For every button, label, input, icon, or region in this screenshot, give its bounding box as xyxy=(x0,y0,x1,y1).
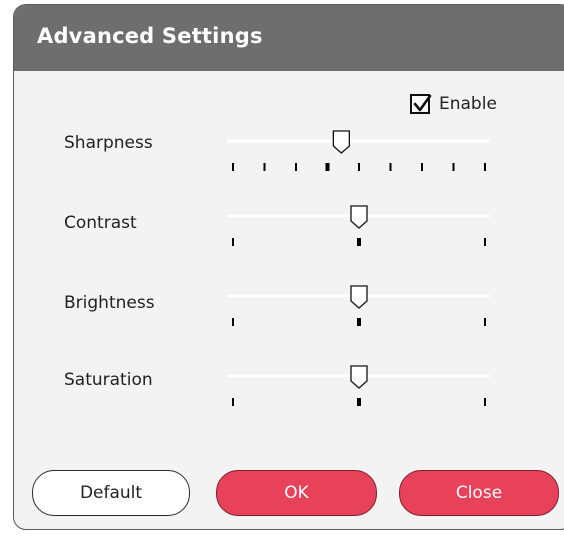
close-button-label: Close xyxy=(455,483,503,503)
saturation-tick xyxy=(357,398,361,406)
ok-button-label: OK xyxy=(284,483,309,503)
close-button[interactable]: Close xyxy=(399,470,559,516)
sharpness-tick xyxy=(295,163,297,171)
saturation-tick xyxy=(232,398,234,406)
saturation-tick xyxy=(484,398,486,406)
sharpness-tick xyxy=(232,163,234,171)
sharpness-slider[interactable] xyxy=(227,130,490,171)
sharpness-tick xyxy=(358,163,360,171)
contrast-tick xyxy=(232,238,234,246)
brightness-slider[interactable] xyxy=(227,285,490,326)
contrast-tick xyxy=(357,238,361,246)
contrast-tick xyxy=(484,238,486,246)
sharpness-tick xyxy=(389,163,392,171)
saturation-slider[interactable] xyxy=(227,365,490,406)
sharpness-slider-thumb[interactable] xyxy=(332,130,351,154)
sharpness-tick xyxy=(325,163,330,171)
advanced-settings-dialog: Advanced Settings Enable Sharpness Contr… xyxy=(13,4,564,530)
brightness-tick xyxy=(232,318,234,326)
ok-button[interactable]: OK xyxy=(216,470,377,516)
sharpness-tick xyxy=(484,163,486,171)
sharpness-tick xyxy=(452,163,455,171)
saturation-slider-thumb[interactable] xyxy=(350,365,368,389)
brightness-tick xyxy=(357,318,361,326)
contrast-slider-thumb[interactable] xyxy=(350,205,368,229)
sharpness-tick xyxy=(421,163,423,171)
default-button[interactable]: Default xyxy=(32,470,190,516)
sliders-area xyxy=(227,130,490,406)
default-button-label: Default xyxy=(79,483,143,503)
contrast-slider[interactable] xyxy=(227,205,490,246)
brightness-slider-thumb[interactable] xyxy=(350,285,368,309)
sharpness-tick xyxy=(263,163,266,171)
brightness-tick xyxy=(484,318,486,326)
